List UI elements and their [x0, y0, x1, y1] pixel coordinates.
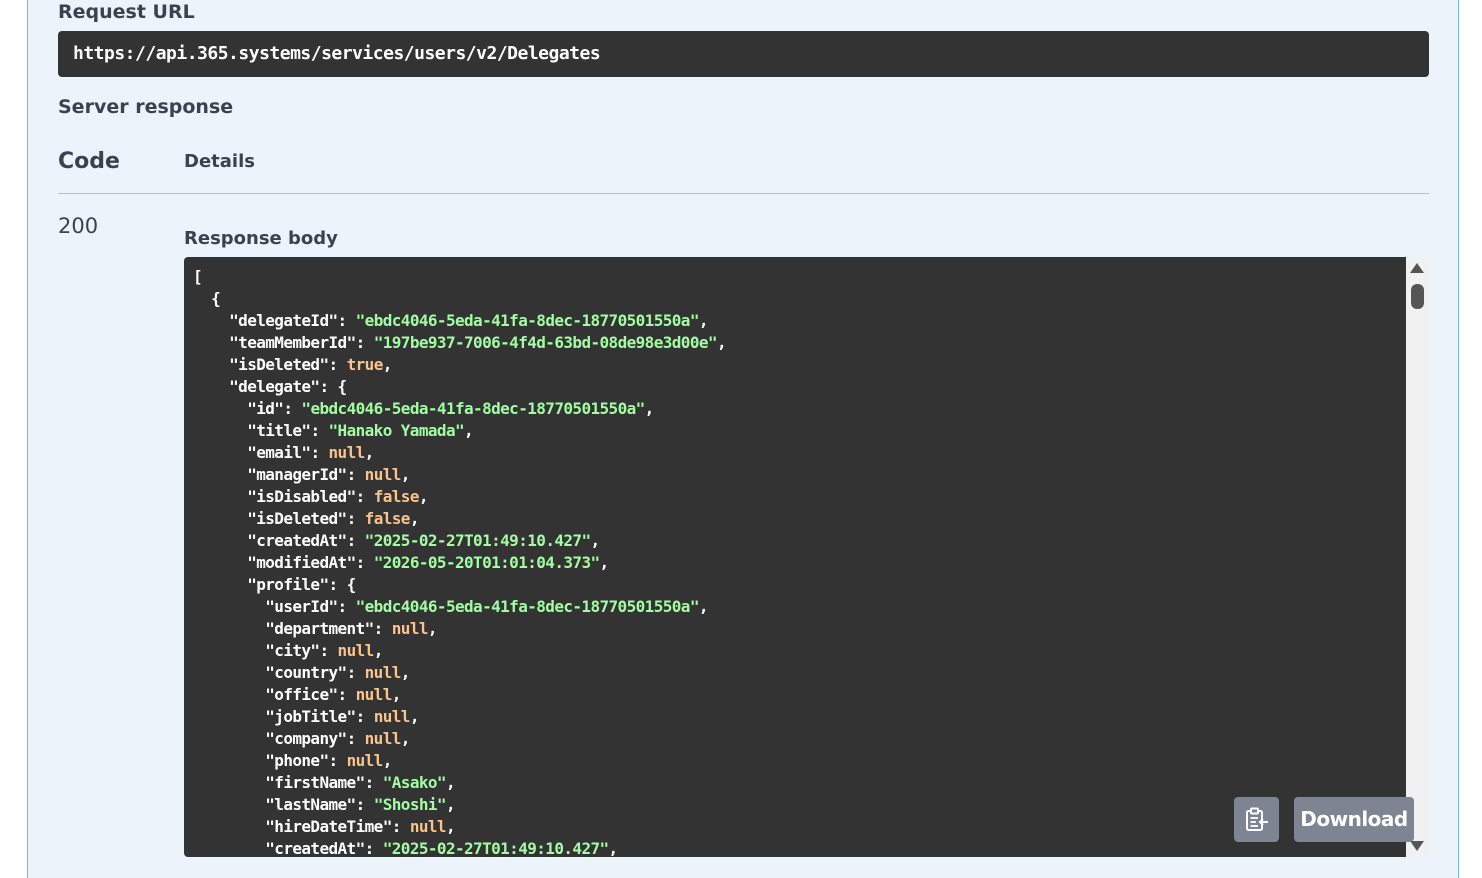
code-line: "isDisabled": false, [247, 487, 428, 506]
clipboard-copy-icon [1245, 807, 1268, 831]
code-line: "city": null, [265, 641, 383, 660]
download-button[interactable]: Download [1294, 797, 1414, 842]
server-response-label: Server response [58, 96, 234, 118]
code-line: "profile": { [247, 575, 356, 594]
code-line: "delegateId": "ebdc4046-5eda-41fa-8dec-1… [229, 311, 708, 330]
code-line: "userId": "ebdc4046-5eda-41fa-8dec-18770… [265, 597, 708, 616]
code-line: "teamMemberId": "197be937-7006-4f4d-63bd… [229, 333, 726, 352]
scroll-down-arrow-icon[interactable] [1410, 841, 1424, 851]
code-line: [ [193, 267, 203, 286]
response-body-label: Response body [184, 228, 338, 249]
code-line: "department": null, [265, 619, 437, 638]
code-line: "isDeleted": false, [247, 509, 419, 528]
code-line: "office": null, [265, 685, 401, 704]
response-body-scrollbar[interactable] [1406, 257, 1429, 857]
code-line: "company": null, [265, 729, 410, 748]
request-url-value[interactable]: https://api.365.systems/services/users/v… [58, 31, 1429, 77]
scrollbar-thumb[interactable] [1411, 284, 1424, 309]
code-line: "modifiedAt": "2026-05-20T01:01:04.373", [247, 553, 609, 572]
code-line: "phone": null, [265, 751, 392, 770]
scroll-up-arrow-icon[interactable] [1410, 263, 1424, 273]
code-line: "email": null, [247, 443, 374, 462]
code-line: "createdAt": "2025-02-27T01:49:10.427", [247, 531, 600, 550]
request-url-label: Request URL [58, 1, 195, 23]
code-line: "title": "Hanako Yamada", [247, 421, 474, 440]
code-column-header: Code [58, 149, 120, 174]
code-line: "firstName": "Asako", [265, 773, 455, 792]
code-line: { [193, 289, 221, 308]
code-line: "managerId": null, [247, 465, 410, 484]
response-body[interactable]: [ { "delegateId": "ebdc4046-5eda-41fa-8d… [184, 257, 1406, 857]
copy-to-clipboard-button[interactable] [1234, 797, 1279, 842]
table-divider [58, 193, 1429, 194]
code-line: "country": null, [265, 663, 410, 682]
code-line: "lastName": "Shoshi", [265, 795, 455, 814]
code-line: "isDeleted": true, [229, 355, 392, 374]
code-line: "hireDateTime": null, [265, 817, 455, 836]
status-code: 200 [58, 214, 99, 238]
response-body-code: [ { "delegateId": "ebdc4046-5eda-41fa-8d… [193, 266, 1397, 857]
code-line: "id": "ebdc4046-5eda-41fa-8dec-187705015… [247, 399, 654, 418]
details-column-header: Details [184, 151, 255, 172]
code-line: "createdAt": "2025-02-27T01:49:10.427", [265, 839, 618, 857]
code-line: "delegate": { [229, 377, 347, 396]
code-line: "jobTitle": null, [265, 707, 419, 726]
